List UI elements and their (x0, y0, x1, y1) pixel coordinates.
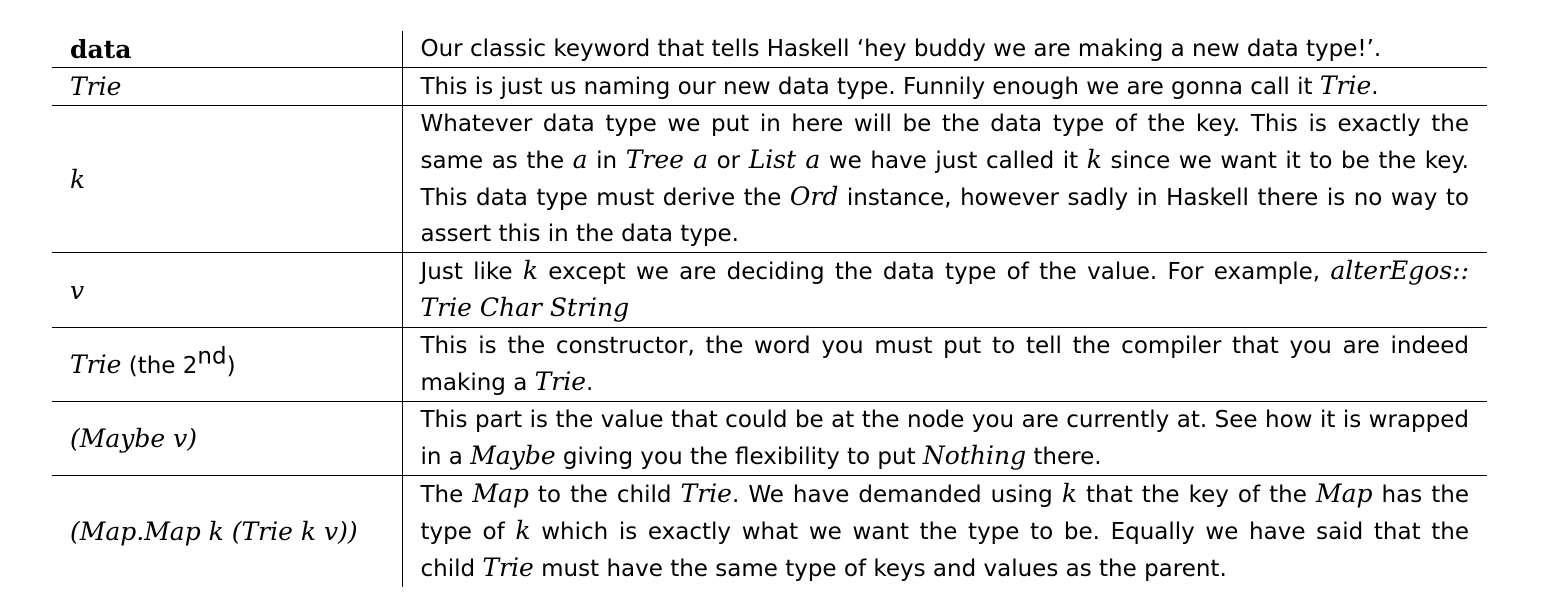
description-cell: Just like k except we are deciding the d… (402, 252, 1487, 328)
description-cell: The Map to the child Trie. We have deman… (420, 479, 1470, 582)
table-row: data Our classic keyword that tells Hask… (52, 31, 1487, 68)
description-cell: This part is the value that could be at … (402, 401, 1487, 476)
term-cell: v (52, 252, 403, 328)
description-cell: Whatever data type we put in here will b… (402, 105, 1487, 253)
term-cell: data (52, 31, 403, 68)
description-cell: This is the constructor, the word you mu… (402, 327, 1487, 402)
description-cell: This is just us naming our new data type… (402, 67, 1487, 106)
table-row: Trie (the 2nd) This is the constructor, … (52, 327, 1487, 402)
table-row: (Maybe v) This part is the value that co… (52, 401, 1487, 476)
term-cell: k (52, 105, 403, 253)
term-cell: Trie (52, 67, 403, 106)
table-row: k Whatever data type we put in here will… (52, 105, 1487, 253)
term-cell: Trie (the 2nd) (52, 327, 403, 402)
table-row: Trie This is just us naming our new data… (52, 67, 1487, 106)
table-row: (Map.Map k (Trie k v)) The Map to the ch… (52, 475, 1487, 587)
term-cell: (Maybe v) (52, 401, 403, 476)
definition-table: data Our classic keyword that tells Hask… (52, 31, 1487, 587)
description-cell: Our classic keyword that tells Haskell ‘… (402, 31, 1487, 68)
term-cell: (Map.Map k (Trie k v)) (52, 475, 403, 587)
table-row: v Just like k except we are deciding the… (52, 252, 1487, 328)
